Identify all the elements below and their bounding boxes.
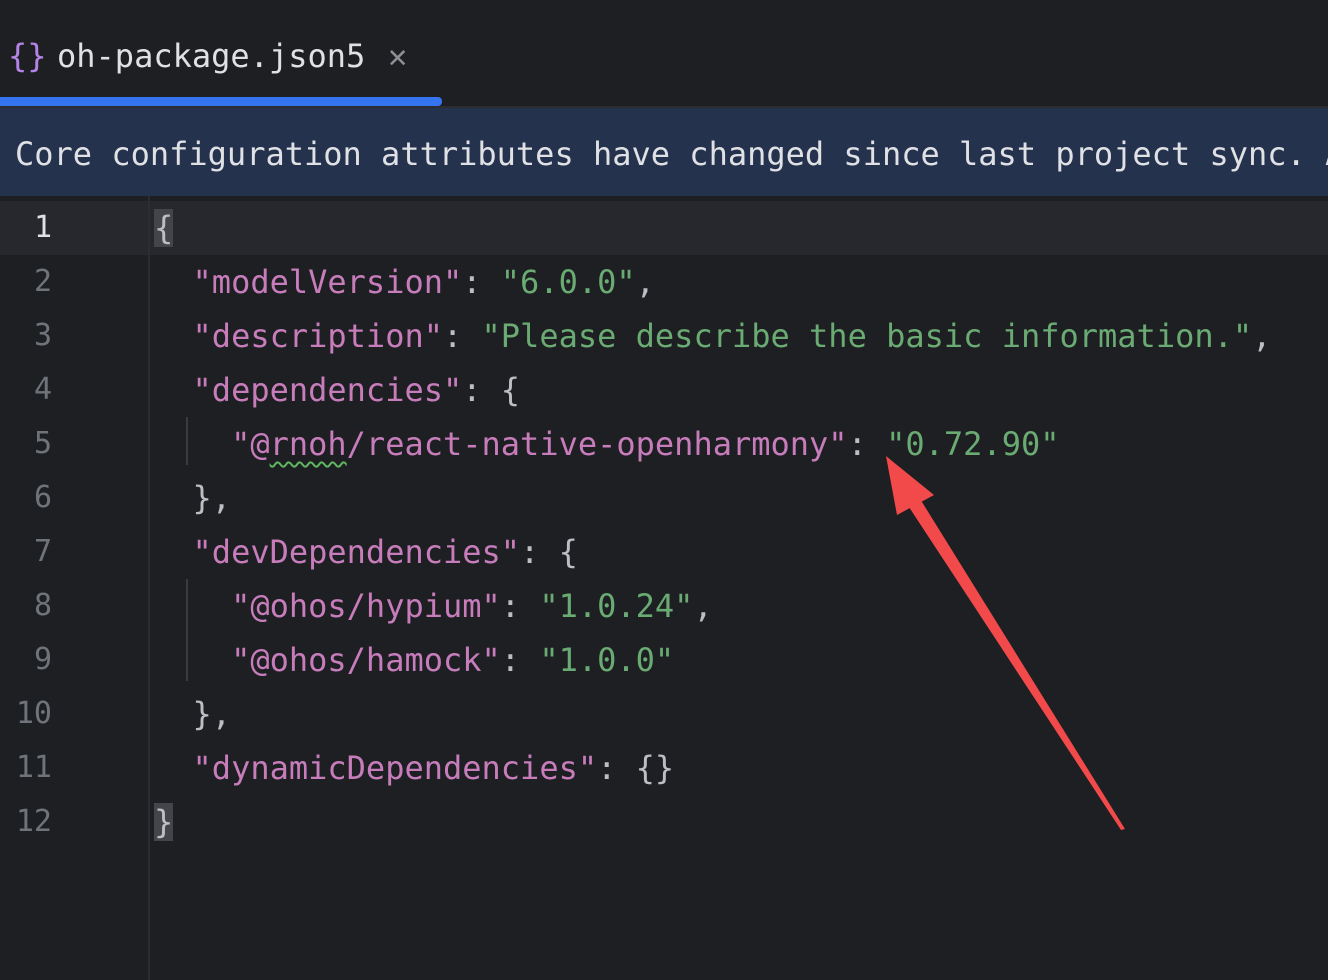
brace: { [154,209,174,247]
code-line[interactable]: 3 "description": "Please describe the ba… [0,309,1328,363]
code-line[interactable]: 12} [0,795,1328,849]
punctuation: , [635,263,655,301]
code-line[interactable]: 5 "@rnoh/react-native-openharmony": "0.7… [0,417,1328,471]
punctuation: : { [462,371,521,409]
code-line[interactable]: 6 }, [0,471,1328,525]
line-number: 9 [33,642,52,677]
editor-tab-bar: {} oh-package.json5 ✕ [0,0,1328,106]
code-text: } [154,795,174,849]
json-file-icon: {} [8,37,47,75]
code-line[interactable]: 7 "devDependencies": { [0,525,1328,579]
json-key: "modelVersion" [192,263,463,301]
json-value: "1.0.0" [539,641,675,679]
json-key: "@ohos/hypium" [231,587,501,625]
line-number: 10 [15,696,52,731]
json-key: "dynamicDependencies" [192,749,598,787]
sync-notification-banner: Core configuration attributes have chang… [0,106,1328,196]
code-text: "@ohos/hamock": "1.0.0" [154,633,674,687]
separator: : [847,425,887,463]
code-text: "modelVersion": "6.0.0", [154,255,655,309]
line-number: 2 [33,264,52,299]
json-key: "@ohos/hamock" [231,641,501,679]
json-value: "0.72.90" [886,425,1060,463]
code-line[interactable]: 8 "@ohos/hypium": "1.0.24", [0,579,1328,633]
json-key: "devDependencies" [192,533,521,571]
json-key: "description" [192,317,443,355]
line-number: 7 [33,534,52,569]
tab-oh-package-json5[interactable]: {} oh-package.json5 ✕ [0,0,441,106]
code-text: { [154,201,174,255]
punctuation: }, [154,479,232,517]
active-tab-indicator [0,97,442,106]
separator: : [500,641,540,679]
line-number: 11 [15,750,52,785]
code-editor[interactable]: 1{2 "modelVersion": "6.0.0", 3 "descripti… [0,196,1328,980]
line-number: 8 [33,588,52,623]
punctuation: , [1252,317,1272,355]
code-text: }, [154,471,232,525]
json-value: "Please describe the basic information." [481,317,1253,355]
punctuation: : { [520,533,578,571]
banner-message: Core configuration attributes have chang… [15,135,1328,173]
tab-title: oh-package.json5 [57,37,366,75]
punctuation: : {} [597,749,675,787]
line-number: 5 [33,426,52,461]
code-line[interactable]: 11 "dynamicDependencies": {} [0,741,1328,795]
code-line[interactable]: 10 }, [0,687,1328,741]
brace: } [154,803,174,841]
code-text: "@rnoh/react-native-openharmony": "0.72.… [154,417,1059,471]
code-text: }, [154,687,232,741]
code-text: "dynamicDependencies": {} [154,741,675,795]
code-line[interactable]: 1{ [0,201,1328,255]
punctuation: }, [154,695,232,733]
code-text: "dependencies": { [154,363,521,417]
code-line[interactable]: 4 "dependencies": { [0,363,1328,417]
json-key: "dependencies" [192,371,463,409]
separator: : [442,317,482,355]
line-number: 6 [33,480,52,515]
code-line[interactable]: 9 "@ohos/hamock": "1.0.0" [0,633,1328,687]
json-key: /react-native-openharmony" [346,425,848,463]
line-number: 3 [33,318,52,353]
line-number: 4 [33,372,52,407]
json-key: "@ [231,425,270,463]
line-number: 1 [33,210,52,245]
code-line[interactable]: 2 "modelVersion": "6.0.0", [0,255,1328,309]
separator: : [500,587,540,625]
punctuation: , [693,587,713,625]
code-text: "description": "Please describe the basi… [154,309,1272,363]
code-text: "@ohos/hypium": "1.0.24", [154,579,713,633]
json-value: "6.0.0" [500,263,636,301]
json-value: "1.0.24" [539,587,694,625]
close-icon[interactable]: ✕ [388,36,416,76]
line-number: 12 [15,804,52,839]
typo-warning: rnoh [269,425,347,463]
separator: : [462,263,501,301]
code-text: "devDependencies": { [154,525,578,579]
